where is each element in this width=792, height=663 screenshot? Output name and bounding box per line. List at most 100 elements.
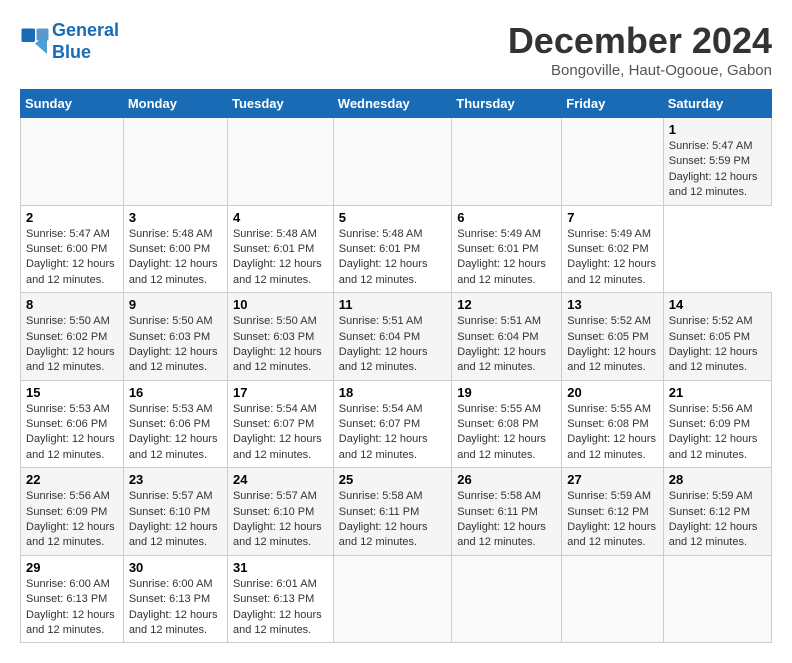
page-header: General Blue December 2024 Bongoville, H… [20, 20, 772, 79]
day-number: 1 [669, 122, 766, 137]
day-info: Sunrise: 5:53 AM Sunset: 6:06 PM Dayligh… [26, 402, 118, 464]
day-info: Sunrise: 5:59 AM Sunset: 6:12 PM Dayligh… [669, 489, 766, 551]
day-info: Sunrise: 5:55 AM Sunset: 6:08 PM Dayligh… [567, 402, 657, 464]
title-block: December 2024 Bongoville, Haut-Ogooue, G… [508, 20, 772, 79]
day-number: 27 [567, 472, 657, 487]
month-title: December 2024 [508, 20, 772, 62]
day-cell: 19 Sunrise: 5:55 AM Sunset: 6:08 PM Dayl… [452, 380, 562, 468]
day-info: Sunrise: 5:52 AM Sunset: 6:05 PM Dayligh… [669, 314, 766, 376]
day-number: 22 [26, 472, 118, 487]
day-cell: 4 Sunrise: 5:48 AM Sunset: 6:01 PM Dayli… [227, 205, 333, 293]
day-cell: 16 Sunrise: 5:53 AM Sunset: 6:06 PM Dayl… [123, 380, 227, 468]
logo: General Blue [20, 20, 119, 63]
day-number: 20 [567, 385, 657, 400]
day-number: 2 [26, 210, 118, 225]
day-info: Sunrise: 5:54 AM Sunset: 6:07 PM Dayligh… [339, 402, 446, 464]
day-cell: 25 Sunrise: 5:58 AM Sunset: 6:11 PM Dayl… [333, 468, 451, 556]
day-number: 4 [233, 210, 328, 225]
day-number: 16 [129, 385, 222, 400]
day-number: 5 [339, 210, 446, 225]
day-info: Sunrise: 5:49 AM Sunset: 6:01 PM Dayligh… [457, 227, 556, 289]
calendar-week-row: 22 Sunrise: 5:56 AM Sunset: 6:09 PM Dayl… [21, 468, 772, 556]
day-cell: 31 Sunrise: 6:01 AM Sunset: 6:13 PM Dayl… [227, 555, 333, 643]
day-cell: 29 Sunrise: 6:00 AM Sunset: 6:13 PM Dayl… [21, 555, 124, 643]
day-cell: 10 Sunrise: 5:50 AM Sunset: 6:03 PM Dayl… [227, 293, 333, 381]
day-number: 25 [339, 472, 446, 487]
day-info: Sunrise: 5:57 AM Sunset: 6:10 PM Dayligh… [129, 489, 222, 551]
day-number: 14 [669, 297, 766, 312]
day-number: 8 [26, 297, 118, 312]
day-of-week-header: Sunday [21, 90, 124, 118]
day-info: Sunrise: 5:47 AM Sunset: 5:59 PM Dayligh… [669, 139, 766, 201]
day-cell: 1 Sunrise: 5:47 AM Sunset: 5:59 PM Dayli… [663, 118, 771, 206]
day-info: Sunrise: 5:50 AM Sunset: 6:03 PM Dayligh… [233, 314, 328, 376]
location-title: Bongoville, Haut-Ogooue, Gabon [508, 62, 772, 79]
day-info: Sunrise: 5:51 AM Sunset: 6:04 PM Dayligh… [457, 314, 556, 376]
day-cell: 21 Sunrise: 5:56 AM Sunset: 6:09 PM Dayl… [663, 380, 771, 468]
empty-day-cell [562, 555, 663, 643]
day-info: Sunrise: 5:57 AM Sunset: 6:10 PM Dayligh… [233, 489, 328, 551]
day-cell: 18 Sunrise: 5:54 AM Sunset: 6:07 PM Dayl… [333, 380, 451, 468]
day-number: 7 [567, 210, 657, 225]
day-of-week-header: Tuesday [227, 90, 333, 118]
day-info: Sunrise: 5:53 AM Sunset: 6:06 PM Dayligh… [129, 402, 222, 464]
day-info: Sunrise: 6:00 AM Sunset: 6:13 PM Dayligh… [129, 577, 222, 639]
day-of-week-header: Friday [562, 90, 663, 118]
day-info: Sunrise: 5:49 AM Sunset: 6:02 PM Dayligh… [567, 227, 657, 289]
logo-icon [20, 27, 50, 57]
calendar-week-row: 2 Sunrise: 5:47 AM Sunset: 6:00 PM Dayli… [21, 205, 772, 293]
day-info: Sunrise: 5:48 AM Sunset: 6:00 PM Dayligh… [129, 227, 222, 289]
day-info: Sunrise: 5:56 AM Sunset: 6:09 PM Dayligh… [26, 489, 118, 551]
day-info: Sunrise: 5:58 AM Sunset: 6:11 PM Dayligh… [339, 489, 446, 551]
day-cell: 11 Sunrise: 5:51 AM Sunset: 6:04 PM Dayl… [333, 293, 451, 381]
day-of-week-header: Thursday [452, 90, 562, 118]
day-info: Sunrise: 5:51 AM Sunset: 6:04 PM Dayligh… [339, 314, 446, 376]
empty-day-cell [562, 118, 663, 206]
day-cell: 5 Sunrise: 5:48 AM Sunset: 6:01 PM Dayli… [333, 205, 451, 293]
empty-day-cell [333, 118, 451, 206]
empty-day-cell [333, 555, 451, 643]
day-cell: 15 Sunrise: 5:53 AM Sunset: 6:06 PM Dayl… [21, 380, 124, 468]
day-number: 11 [339, 297, 446, 312]
day-cell: 9 Sunrise: 5:50 AM Sunset: 6:03 PM Dayli… [123, 293, 227, 381]
day-cell: 26 Sunrise: 5:58 AM Sunset: 6:11 PM Dayl… [452, 468, 562, 556]
day-number: 18 [339, 385, 446, 400]
day-number: 3 [129, 210, 222, 225]
day-number: 9 [129, 297, 222, 312]
day-number: 26 [457, 472, 556, 487]
calendar-week-row: 29 Sunrise: 6:00 AM Sunset: 6:13 PM Dayl… [21, 555, 772, 643]
day-cell: 2 Sunrise: 5:47 AM Sunset: 6:00 PM Dayli… [21, 205, 124, 293]
day-info: Sunrise: 5:48 AM Sunset: 6:01 PM Dayligh… [339, 227, 446, 289]
day-number: 13 [567, 297, 657, 312]
day-cell: 22 Sunrise: 5:56 AM Sunset: 6:09 PM Dayl… [21, 468, 124, 556]
day-number: 17 [233, 385, 328, 400]
day-number: 6 [457, 210, 556, 225]
day-cell: 27 Sunrise: 5:59 AM Sunset: 6:12 PM Dayl… [562, 468, 663, 556]
day-info: Sunrise: 5:52 AM Sunset: 6:05 PM Dayligh… [567, 314, 657, 376]
day-cell: 30 Sunrise: 6:00 AM Sunset: 6:13 PM Dayl… [123, 555, 227, 643]
empty-day-cell [227, 118, 333, 206]
day-cell: 6 Sunrise: 5:49 AM Sunset: 6:01 PM Dayli… [452, 205, 562, 293]
day-info: Sunrise: 5:54 AM Sunset: 6:07 PM Dayligh… [233, 402, 328, 464]
calendar-table: SundayMondayTuesdayWednesdayThursdayFrid… [20, 89, 772, 643]
day-of-week-header: Saturday [663, 90, 771, 118]
day-cell: 23 Sunrise: 5:57 AM Sunset: 6:10 PM Dayl… [123, 468, 227, 556]
day-number: 30 [129, 560, 222, 575]
day-cell: 20 Sunrise: 5:55 AM Sunset: 6:08 PM Dayl… [562, 380, 663, 468]
day-number: 23 [129, 472, 222, 487]
day-number: 24 [233, 472, 328, 487]
day-cell: 8 Sunrise: 5:50 AM Sunset: 6:02 PM Dayli… [21, 293, 124, 381]
day-info: Sunrise: 5:50 AM Sunset: 6:03 PM Dayligh… [129, 314, 222, 376]
calendar-week-row: 15 Sunrise: 5:53 AM Sunset: 6:06 PM Dayl… [21, 380, 772, 468]
empty-day-cell [123, 118, 227, 206]
calendar-week-row: 1 Sunrise: 5:47 AM Sunset: 5:59 PM Dayli… [21, 118, 772, 206]
day-number: 28 [669, 472, 766, 487]
calendar-week-row: 8 Sunrise: 5:50 AM Sunset: 6:02 PM Dayli… [21, 293, 772, 381]
day-cell: 3 Sunrise: 5:48 AM Sunset: 6:00 PM Dayli… [123, 205, 227, 293]
empty-day-cell [452, 118, 562, 206]
day-cell: 13 Sunrise: 5:52 AM Sunset: 6:05 PM Dayl… [562, 293, 663, 381]
day-info: Sunrise: 5:47 AM Sunset: 6:00 PM Dayligh… [26, 227, 118, 289]
day-number: 31 [233, 560, 328, 575]
day-info: Sunrise: 5:59 AM Sunset: 6:12 PM Dayligh… [567, 489, 657, 551]
calendar-header-row: SundayMondayTuesdayWednesdayThursdayFrid… [21, 90, 772, 118]
